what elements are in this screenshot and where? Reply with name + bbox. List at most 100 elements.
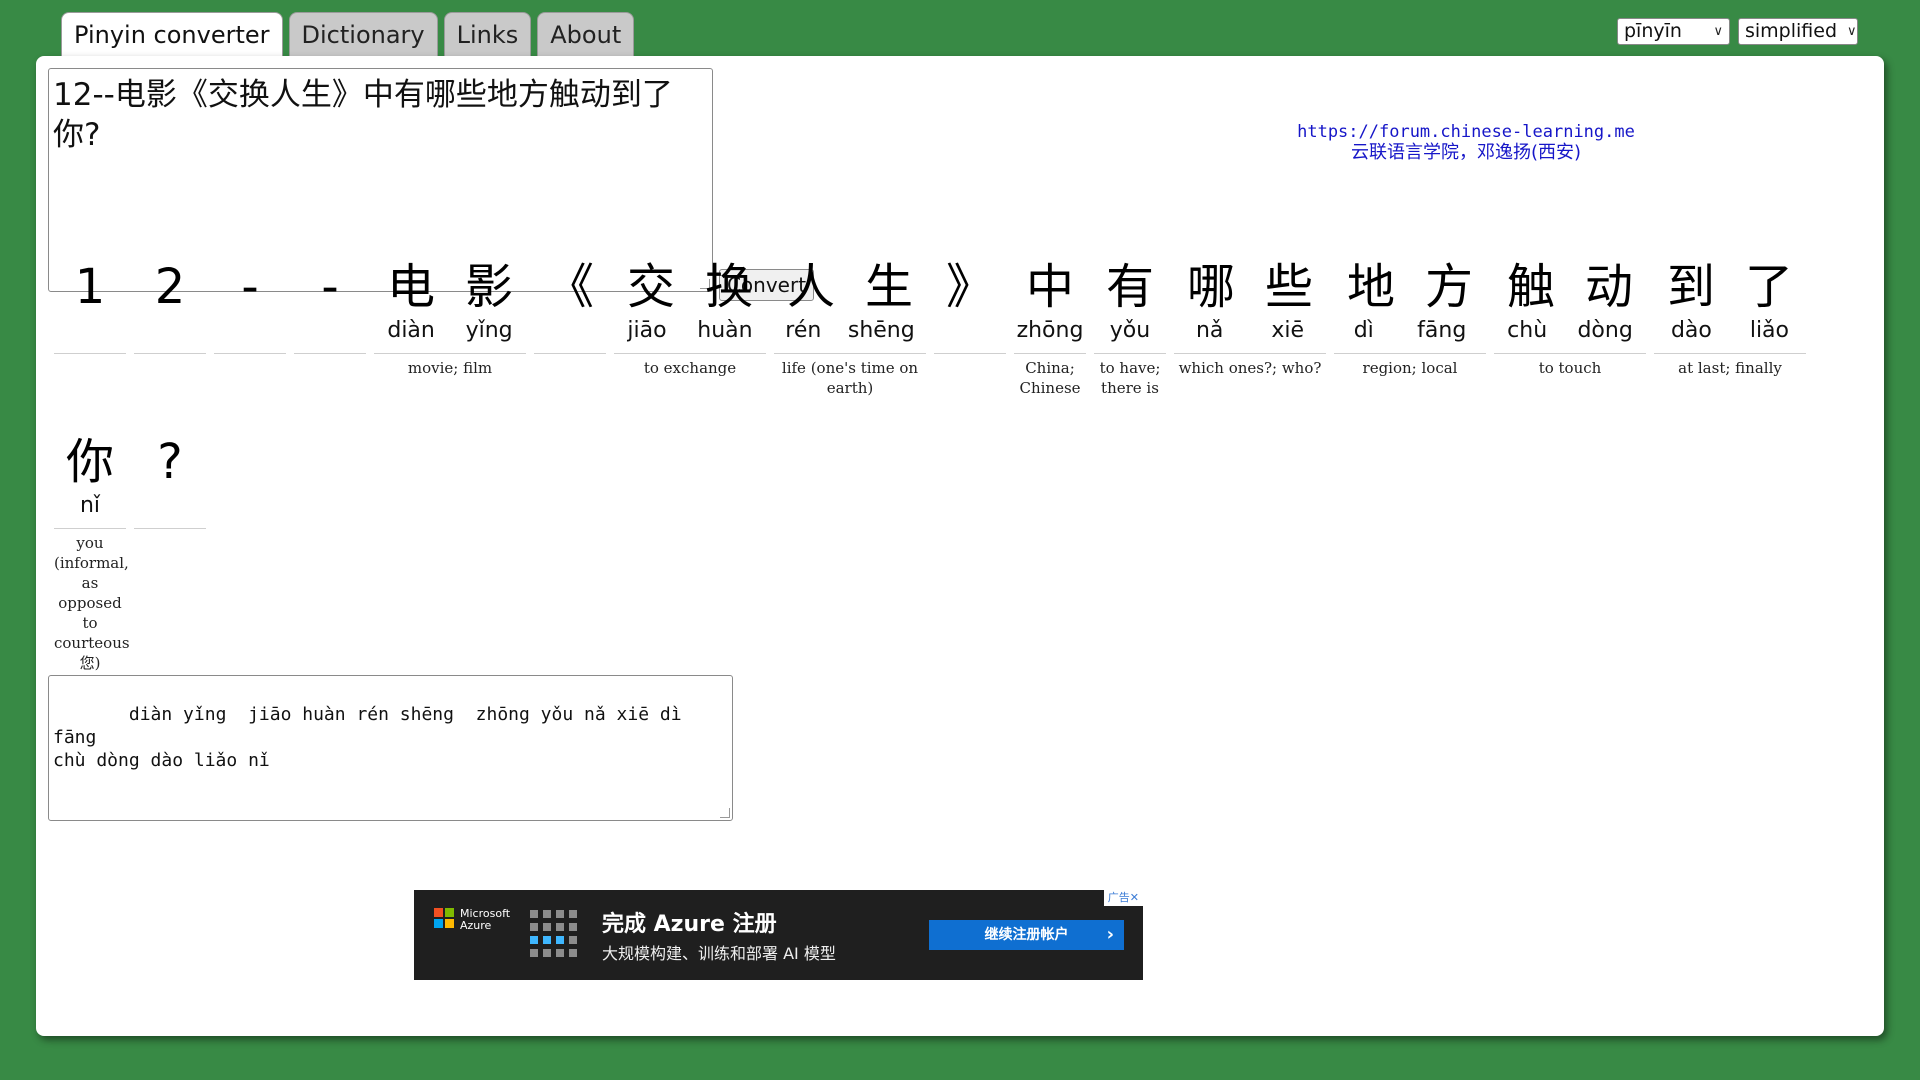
- word-characters: 地方: [1332, 262, 1488, 312]
- hanzi-char: 动: [1584, 259, 1633, 315]
- dot-grid-icon: [530, 910, 577, 957]
- word-pinyin: nǐ: [52, 487, 128, 519]
- tab-about[interactable]: About: [537, 12, 635, 56]
- pinyin-syllable: rén: [785, 318, 822, 343]
- word-definition: movie; film: [407, 359, 493, 377]
- word-definition: to have; there is: [1099, 359, 1161, 397]
- romanization-select[interactable]: pīnyīn ∨: [1617, 18, 1730, 45]
- resize-grip-icon[interactable]: [720, 808, 730, 818]
- pinyin-syllable: dì: [1353, 318, 1374, 343]
- word-pinyin: rén shēng: [772, 312, 928, 344]
- forum-credit: https://forum.chinese-learning.me 云联语言学院…: [1296, 122, 1636, 164]
- hanzi-char: 电: [386, 259, 435, 315]
- word-characters: 人生: [772, 262, 928, 312]
- forum-subtitle: 云联语言学院，邓逸扬(西安): [1350, 142, 1582, 163]
- word-definition: [212, 354, 288, 358]
- word-definition: [292, 354, 368, 358]
- word-entry[interactable]: 中 zhōng China; Chinese: [1012, 262, 1088, 398]
- word-pinyin: chù dòng: [1492, 312, 1648, 344]
- pinyin-syllable: chù: [1507, 318, 1548, 343]
- word-entry[interactable]: 2: [132, 262, 208, 358]
- chinese-input[interactable]: 12--电影《交换人生》中有哪些地方触动到了你?: [48, 68, 713, 292]
- word-entry[interactable]: -: [212, 262, 288, 358]
- ad-cta-label: 继续注册帐户: [984, 927, 1069, 943]
- pinyin-syllable: zhōng: [1016, 318, 1084, 343]
- word-entry[interactable]: 人生 rén shēng life (one's time on earth): [772, 262, 928, 398]
- word-characters: 电影: [372, 262, 528, 312]
- word-characters: 触动: [1492, 262, 1648, 312]
- word-definition: China; Chinese: [1019, 359, 1081, 397]
- hanzi-char: -: [321, 259, 339, 315]
- word-entry[interactable]: 哪些 nǎ xiē which ones?; who?: [1172, 262, 1328, 378]
- hanzi-char: 哪: [1186, 259, 1235, 315]
- script-select-value: simplified: [1745, 20, 1838, 42]
- word-characters: 《: [532, 262, 608, 312]
- microsoft-logo-icon: [434, 908, 454, 928]
- word-pinyin: zhōng: [1012, 312, 1088, 344]
- microsoft-azure-logo: Microsoft Azure: [434, 908, 510, 932]
- ad-subline: 大规模构建、训练和部署 AI 模型: [602, 944, 836, 963]
- word-definition: to touch: [1538, 359, 1602, 377]
- hanzi-char: 换: [704, 259, 753, 315]
- word-entry[interactable]: 触动 chù dòng to touch: [1492, 262, 1648, 378]
- tab-dictionary[interactable]: Dictionary: [288, 12, 438, 56]
- word-entry[interactable]: 》: [932, 262, 1008, 358]
- word-entry[interactable]: 电影 diàn yǐng movie; film: [372, 262, 528, 378]
- word-characters: ?: [132, 437, 208, 487]
- word-entry[interactable]: ?: [132, 437, 208, 533]
- word-pinyin: [532, 312, 608, 344]
- hanzi-char: 触: [1506, 259, 1555, 315]
- word-entry[interactable]: 《: [532, 262, 608, 358]
- tab-pinyin-converter[interactable]: Pinyin converter: [61, 12, 283, 56]
- chevron-down-icon: ∨: [1847, 24, 1857, 39]
- hanzi-char: 你: [65, 434, 114, 490]
- word-characters: 交换: [612, 262, 768, 312]
- word-entry[interactable]: 交换 jiāo huàn to exchange: [612, 262, 768, 378]
- ad-headline: 完成 Azure 注册: [602, 912, 777, 937]
- hanzi-char: 1: [74, 259, 106, 315]
- word-entry[interactable]: 1: [52, 262, 128, 358]
- chevron-right-icon: ›: [1106, 924, 1114, 945]
- word-definition: [132, 529, 208, 533]
- pinyin-syllable: dòng: [1577, 318, 1633, 343]
- pinyin-output-text: diàn yǐng jiāo huàn rén shēng zhōng yǒu …: [53, 704, 682, 771]
- word-entry[interactable]: 到了 dào liǎo at last; finally: [1652, 262, 1808, 378]
- pinyin-syllable: yǐng: [465, 318, 513, 343]
- word-definition: [52, 354, 128, 358]
- pinyin-output[interactable]: diàn yǐng jiāo huàn rén shēng zhōng yǒu …: [48, 675, 733, 821]
- hanzi-char: 地: [1346, 259, 1395, 315]
- chevron-down-icon: ∨: [1713, 24, 1723, 39]
- word-definition: [532, 354, 608, 358]
- word-pinyin: dào liǎo: [1652, 312, 1808, 344]
- tab-links[interactable]: Links: [443, 12, 532, 56]
- hanzi-char: 生: [864, 259, 913, 315]
- pinyin-syllable: shēng: [847, 318, 915, 343]
- script-select[interactable]: simplified ∨: [1738, 18, 1858, 45]
- forum-link[interactable]: https://forum.chinese-learning.me: [1296, 122, 1636, 142]
- word-pinyin: yǒu: [1092, 312, 1168, 344]
- word-entry[interactable]: 有 yǒu to have; there is: [1092, 262, 1168, 398]
- word-entry[interactable]: -: [292, 262, 368, 358]
- word-definition: to exchange: [643, 359, 737, 377]
- word-pinyin: [292, 312, 368, 344]
- pinyin-syllable: fāng: [1417, 318, 1467, 343]
- ad-cta-button[interactable]: 继续注册帐户 ›: [929, 920, 1124, 950]
- hanzi-char: 到: [1666, 259, 1715, 315]
- word-pinyin: [932, 312, 1008, 344]
- ad-choices-icon[interactable]: 广告✕: [1103, 890, 1143, 906]
- word-characters: 有: [1092, 262, 1168, 312]
- pinyin-syllable: dào: [1670, 318, 1712, 343]
- pinyin-syllable: huàn: [697, 318, 753, 343]
- word-characters: 你: [52, 437, 128, 487]
- word-pinyin: jiāo huàn: [612, 312, 768, 344]
- hanzi-char: 有: [1105, 259, 1154, 315]
- hanzi-char: 交: [626, 259, 675, 315]
- main-panel: 12--电影《交换人生》中有哪些地方触动到了你? Convert https:/…: [36, 56, 1884, 1036]
- romanization-select-value: pīnyīn: [1624, 20, 1682, 42]
- ad-banner[interactable]: Microsoft Azure 完成 Azure 注册 大规模构建、训练和部署 …: [414, 890, 1143, 980]
- pinyin-syllable: liǎo: [1749, 318, 1789, 343]
- hanzi-char: 2: [154, 259, 186, 315]
- word-entry[interactable]: 你 nǐ you (informal, as opposed to courteou…: [52, 437, 130, 673]
- pinyin-syllable: xiē: [1271, 318, 1305, 343]
- word-entry[interactable]: 地方 dì fāng region; local: [1332, 262, 1488, 378]
